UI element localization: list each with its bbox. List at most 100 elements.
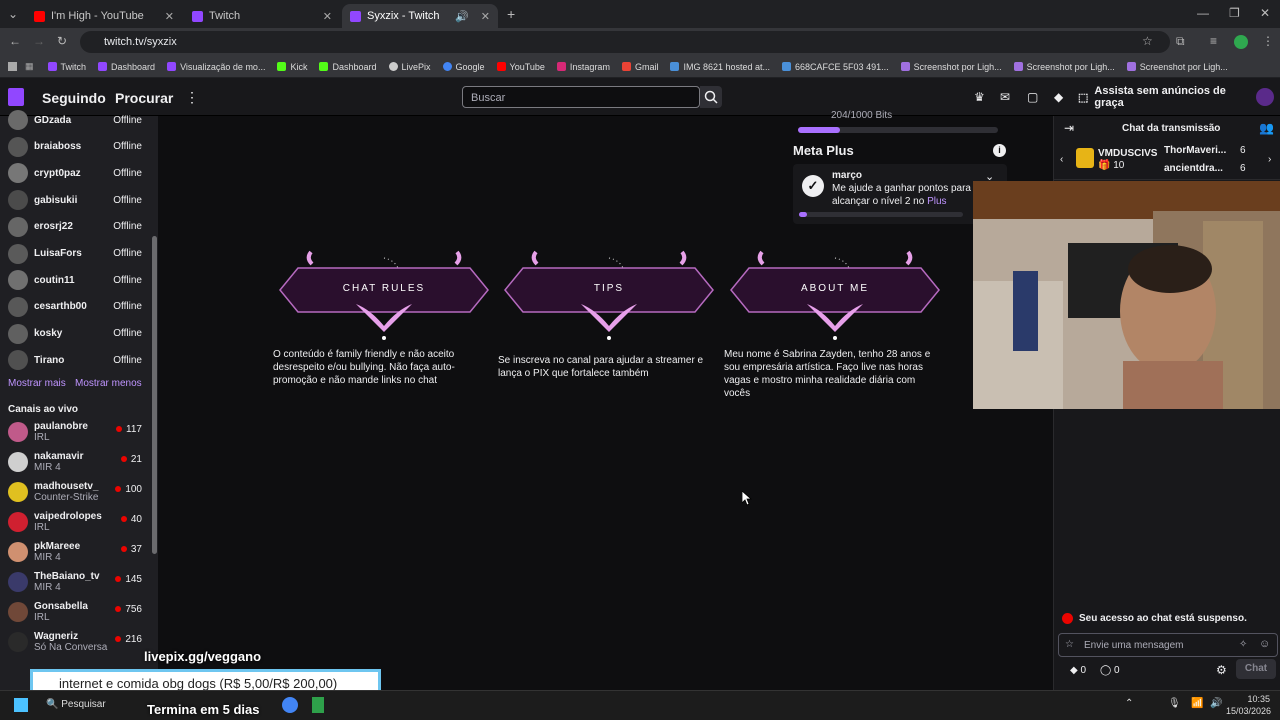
leaderboard-next-icon[interactable]: › xyxy=(1268,154,1271,165)
bookmark-instagram[interactable]: Instagram xyxy=(556,62,610,72)
clock-time[interactable]: 10:35 xyxy=(1238,694,1270,704)
leaderboard-prev-icon[interactable]: ‹ xyxy=(1060,154,1063,165)
live-channel-item[interactable]: madhousetv_ Counter-Strike 100 xyxy=(0,478,150,506)
followed-channel-item[interactable]: cesarthb00 Offline xyxy=(0,294,150,320)
emote-icon[interactable]: ☺ xyxy=(1259,638,1270,650)
nav-browse[interactable]: Procurar xyxy=(115,90,173,106)
windows-start-icon[interactable] xyxy=(14,698,28,712)
bookmark-668[interactable]: 668CAFCE 5F03 491... xyxy=(782,62,889,72)
tray-chevron-icon[interactable]: ⌃ xyxy=(1125,698,1133,709)
user-avatar[interactable] xyxy=(1256,88,1274,106)
bits-icon[interactable]: ◆ xyxy=(1054,90,1063,104)
followed-channel-item[interactable]: crypt0paz Offline xyxy=(0,160,150,186)
bookmark-label: Kick xyxy=(290,61,308,72)
tab-syxzix[interactable]: Syxzix - Twitch 🔊 ✕ xyxy=(342,4,498,28)
live-channel-item[interactable]: vaipedrolopes IRL 40 xyxy=(0,508,150,536)
info-icon[interactable]: i xyxy=(993,144,1006,157)
star-icon[interactable]: ☆ xyxy=(1065,639,1074,650)
minimize-icon[interactable]: — xyxy=(1197,6,1209,20)
followed-channel-item[interactable]: coutin11 Offline xyxy=(0,267,150,293)
grid-icon[interactable]: ▦ xyxy=(25,61,34,72)
show-more-link[interactable]: Mostrar mais xyxy=(8,378,66,389)
menu-icon[interactable]: ⋮ xyxy=(1262,34,1274,48)
twitch-logo-icon[interactable] xyxy=(8,88,24,106)
taskbar-search[interactable]: 🔍 Pesquisar xyxy=(46,699,106,710)
volume-icon[interactable]: 🔊 xyxy=(1210,698,1222,709)
bookmark-kick-dashboard[interactable]: Dashboard xyxy=(319,62,377,72)
close-tab-icon[interactable]: ✕ xyxy=(165,10,174,23)
bookmark-gmail[interactable]: Gmail xyxy=(621,62,658,72)
wifi-icon[interactable]: 📶 xyxy=(1191,698,1203,709)
bookmark-visualizacao[interactable]: Visualização de mo... xyxy=(167,62,265,72)
bookmark-youtube[interactable]: YouTube xyxy=(496,62,545,72)
live-channel-item[interactable]: TheBaiano_tv MIR 4 145 xyxy=(0,568,150,596)
bookmark-star-icon[interactable]: ☆ xyxy=(1142,34,1153,48)
url-field[interactable]: twitch.tv/syxzix xyxy=(80,31,1170,53)
close-window-icon[interactable]: ✕ xyxy=(1260,6,1270,20)
collapse-chat-icon[interactable]: ⇥ xyxy=(1064,121,1074,135)
more-menu-icon[interactable]: ⋮ xyxy=(185,89,199,106)
profile-avatar[interactable] xyxy=(1234,35,1248,49)
plus-link[interactable]: Plus xyxy=(927,196,946,207)
followed-channel-item[interactable]: gabisukii Offline xyxy=(0,187,150,213)
bookmark-screenshot-2[interactable]: Screenshot por Ligh... xyxy=(1013,62,1115,72)
back-icon[interactable]: ← xyxy=(9,34,21,48)
audio-icon[interactable]: 🔊 xyxy=(455,10,469,23)
bookmark-twitch[interactable]: Twitch xyxy=(47,62,86,72)
clock-date[interactable]: 15/03/2026 xyxy=(1226,706,1271,716)
sidebar-scrollbar[interactable] xyxy=(152,236,157,554)
chat-message-input[interactable]: ☆ Envie uma mensagem ✧ ☺ xyxy=(1058,633,1278,657)
bookmark-screenshot-3[interactable]: Screenshot por Ligh... xyxy=(1126,62,1228,72)
crown-icon[interactable]: ♛ xyxy=(974,90,985,104)
apps-icon[interactable] xyxy=(8,62,17,71)
media-icon[interactable]: ≡ xyxy=(1210,34,1217,48)
live-channel-item[interactable]: paulanobre IRL 117 xyxy=(0,418,150,446)
close-tab-icon[interactable]: ✕ xyxy=(481,10,490,23)
microphone-icon[interactable]: 🎙 xyxy=(1168,698,1181,709)
followed-channel-item[interactable]: GDzada Offline xyxy=(0,107,150,133)
live-channel-item[interactable]: Gonsabella IRL 756 xyxy=(0,598,150,626)
sparkle-icon[interactable]: ✧ xyxy=(1239,639,1247,650)
followed-channel-item[interactable]: Tirano Offline xyxy=(0,347,150,373)
channel-points[interactable]: ◯ 0 xyxy=(1100,665,1120,676)
followed-channel-item[interactable]: LuisaFors Offline xyxy=(0,241,150,267)
settings-icon[interactable]: ⚙ xyxy=(1216,663,1227,677)
bookmark-google[interactable]: Google xyxy=(442,62,485,72)
whispers-icon[interactable]: ▢ xyxy=(1027,90,1038,104)
maximize-icon[interactable]: ❐ xyxy=(1229,6,1240,20)
excel-taskbar-icon[interactable] xyxy=(312,697,324,713)
chrome-taskbar-icon[interactable] xyxy=(282,697,298,713)
bookmark-livepix[interactable]: LivePix xyxy=(388,62,431,72)
bookmark-label: IMG 8621 hosted at... xyxy=(683,61,771,72)
tab-twitch[interactable]: Twitch ✕ xyxy=(184,4,340,28)
users-icon[interactable]: 👥 xyxy=(1259,121,1274,135)
forward-icon[interactable]: → xyxy=(33,34,45,48)
bits-points[interactable]: ◆ 0 xyxy=(1070,665,1086,676)
chat-send-button[interactable]: Chat xyxy=(1236,659,1276,679)
live-channel-item[interactable]: pkMareee MIR 4 37 xyxy=(0,538,150,566)
show-less-link[interactable]: Mostrar menos xyxy=(75,378,142,389)
reload-icon[interactable]: ↻ xyxy=(57,34,67,48)
new-tab-icon[interactable]: + xyxy=(507,6,515,22)
bookmark-dashboard[interactable]: Dashboard xyxy=(98,62,155,72)
tab-list-icon[interactable]: ⌄ xyxy=(8,7,18,21)
nav-following[interactable]: Seguindo xyxy=(42,90,106,106)
extensions-icon[interactable]: ⧉ xyxy=(1176,34,1185,49)
offline-status: Offline xyxy=(113,114,142,126)
followed-channel-item[interactable]: braiaboss Offline xyxy=(0,134,150,160)
search-button[interactable] xyxy=(700,86,722,108)
ad-free-button[interactable]: ⬚ Assista sem anúncios de graça xyxy=(1078,85,1248,109)
points-count: 0 xyxy=(1113,665,1120,676)
followed-channel-item[interactable]: erosrj22 Offline xyxy=(0,214,150,240)
followed-channel-item[interactable]: kosky Offline xyxy=(0,321,150,347)
close-tab-icon[interactable]: ✕ xyxy=(323,10,332,23)
bookmark-screenshot-1[interactable]: Screenshot por Ligh... xyxy=(900,62,1002,72)
live-channel-item[interactable]: Wagneriz Só Na Conversa 216 xyxy=(0,628,150,656)
inbox-icon[interactable]: ✉ xyxy=(1000,90,1010,104)
live-channel-item[interactable]: nakamavir MIR 4 21 xyxy=(0,448,150,476)
bits-goal: 204/1000 Bits xyxy=(831,110,893,121)
search-input[interactable]: Buscar xyxy=(462,86,700,108)
bookmark-kick[interactable]: Kick xyxy=(277,62,307,72)
bookmark-img[interactable]: IMG 8621 hosted at... xyxy=(670,62,770,72)
tab-youtube[interactable]: I'm High - YouTube ✕ xyxy=(26,4,182,28)
